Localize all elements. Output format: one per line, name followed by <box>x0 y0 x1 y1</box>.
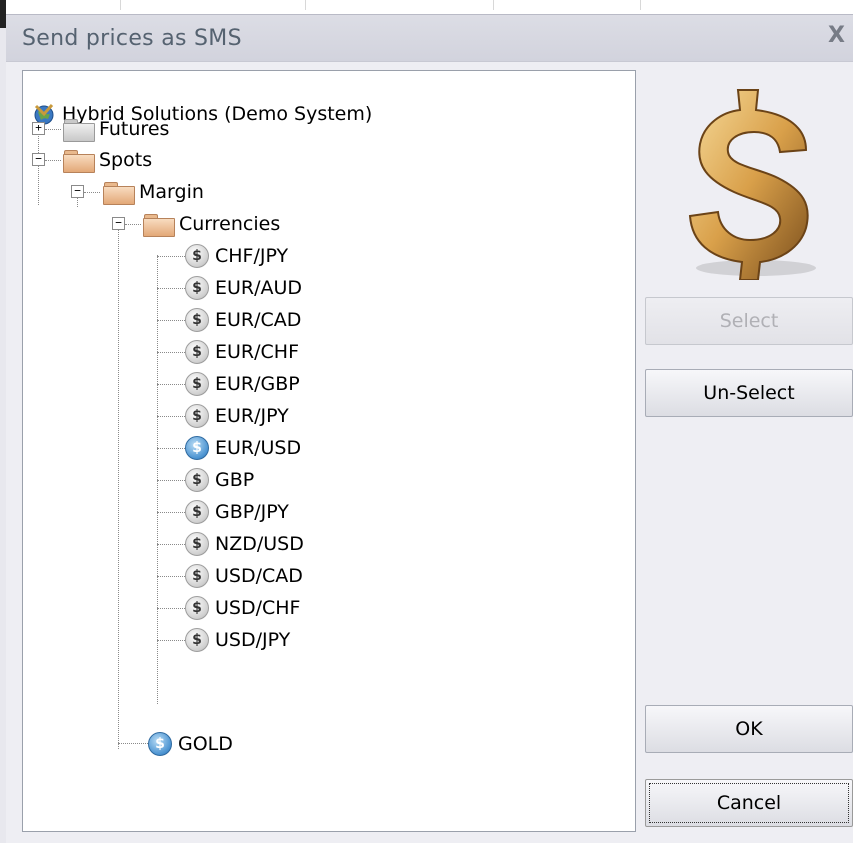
tree-item-label: GBP <box>215 469 255 491</box>
tree-item-label: EUR/JPY <box>215 405 289 427</box>
tree-item-label: Futures <box>99 118 170 140</box>
selected-coin-icon: $ <box>148 732 172 756</box>
dialog-title: Send prices as SMS <box>22 26 242 51</box>
tree-item-symbol[interactable]: $ EUR/USD <box>185 433 301 463</box>
column-separator <box>493 0 494 10</box>
tree-item-symbol[interactable]: $ NZD/USD <box>185 529 304 559</box>
dollar-sign-icon <box>688 89 816 280</box>
coin-icon: $ <box>185 500 209 524</box>
tree-item-margin[interactable]: Margin <box>103 177 204 207</box>
column-separator <box>120 0 121 10</box>
tree-item-label: EUR/AUD <box>215 277 303 299</box>
select-button[interactable]: Select <box>645 297 853 345</box>
margin-expander[interactable]: − <box>71 185 84 198</box>
close-icon[interactable]: X <box>828 23 845 48</box>
tree-item-symbol[interactable]: $ USD/CAD <box>185 561 303 591</box>
tree-item-symbol[interactable]: $ EUR/JPY <box>185 401 289 431</box>
tree-item-spots[interactable]: Spots <box>63 145 152 175</box>
background-app-strip <box>0 0 853 28</box>
tree-item-label: EUR/CHF <box>215 341 299 363</box>
coin-icon: $ <box>185 564 209 588</box>
coin-icon: $ <box>185 308 209 332</box>
unselect-button[interactable]: Un-Select <box>645 369 853 417</box>
coin-icon: $ <box>185 468 209 492</box>
tree-connector <box>157 576 185 577</box>
symbol-tree[interactable]: Hybrid Solutions (Demo System) + Futures… <box>22 70 636 832</box>
coin-icon: $ <box>185 372 209 396</box>
tree-item-symbol[interactable]: $ EUR/CAD <box>185 305 301 335</box>
tree-item-symbol[interactable]: $ GBP <box>185 465 254 495</box>
tree-item-symbol[interactable]: $ EUR/GBP <box>185 369 300 399</box>
tree-item-symbol[interactable]: $ EUR/CHF <box>185 337 299 367</box>
futures-expander[interactable]: + <box>32 122 45 135</box>
cancel-button[interactable]: Cancel <box>645 779 853 827</box>
tree-item-symbol[interactable]: $ CHF/JPY <box>185 241 288 271</box>
send-prices-dialog: Send prices as SMS X Hybrid Solutions (D… <box>6 14 853 843</box>
tree-connector <box>157 256 185 257</box>
coin-icon: $ <box>185 340 209 364</box>
focus-ring <box>649 783 849 823</box>
tree-item-label: USD/CHF <box>215 597 301 619</box>
tree-item-label: NZD/USD <box>215 533 304 555</box>
tree-item-gold[interactable]: $ GOLD <box>148 729 233 759</box>
tree-item-label: EUR/GBP <box>215 373 300 395</box>
tree-connector <box>118 743 148 744</box>
folder-icon <box>143 213 175 237</box>
tree-item-label: Margin <box>139 181 204 203</box>
tree-item-symbol[interactable]: $ USD/JPY <box>185 625 290 655</box>
coin-icon: $ <box>185 532 209 556</box>
tree-connector <box>157 416 185 417</box>
tree-item-label: EUR/CAD <box>215 309 302 331</box>
column-separator <box>640 0 641 10</box>
tree-item-label: EUR/USD <box>215 437 302 459</box>
coin-icon: $ <box>185 596 209 620</box>
coin-icon: $ <box>185 628 209 652</box>
tree-connector <box>157 544 185 545</box>
coin-icon: $ <box>185 244 209 268</box>
tree-item-label: CHF/JPY <box>215 245 289 267</box>
tree-connector <box>157 608 185 609</box>
folder-icon <box>103 181 135 205</box>
tree-item-label: GOLD <box>178 733 233 755</box>
column-separator <box>305 0 306 10</box>
tree-connector <box>157 640 185 641</box>
selected-coin-icon: $ <box>185 436 209 460</box>
folder-icon <box>63 149 95 173</box>
coin-icon: $ <box>185 404 209 428</box>
tree-connector <box>45 129 61 130</box>
tree-connector <box>157 448 185 449</box>
tree-connector <box>125 224 141 225</box>
currencies-expander[interactable]: − <box>112 217 125 230</box>
tree-connector <box>157 320 185 321</box>
tree-item-futures[interactable]: Futures <box>63 114 169 144</box>
tree-connector <box>157 480 185 481</box>
tree-item-currencies[interactable]: Currencies <box>143 209 280 239</box>
tree-connector <box>157 288 185 289</box>
tree-connector <box>84 192 100 193</box>
tree-item-label: Spots <box>99 149 153 171</box>
tree-item-label: Currencies <box>179 213 281 235</box>
tree-connector <box>157 384 185 385</box>
folder-icon <box>63 118 95 142</box>
tree-connector <box>157 352 185 353</box>
tree-item-symbol[interactable]: $ EUR/AUD <box>185 273 302 303</box>
tree-connector <box>157 512 185 513</box>
tree-item-symbol[interactable]: $ GBP/JPY <box>185 497 289 527</box>
coin-icon: $ <box>185 276 209 300</box>
tree-item-label: USD/JPY <box>215 629 291 651</box>
tree-item-symbol[interactable]: $ USD/CHF <box>185 593 300 623</box>
tree-item-label: GBP/JPY <box>215 501 289 523</box>
spots-expander[interactable]: − <box>32 153 45 166</box>
tree-item-label: USD/CAD <box>215 565 303 587</box>
ok-button[interactable]: OK <box>645 705 853 753</box>
tree-connector <box>45 160 61 161</box>
tree-connector <box>118 219 119 749</box>
dialog-titlebar[interactable]: Send prices as SMS X <box>6 14 853 62</box>
